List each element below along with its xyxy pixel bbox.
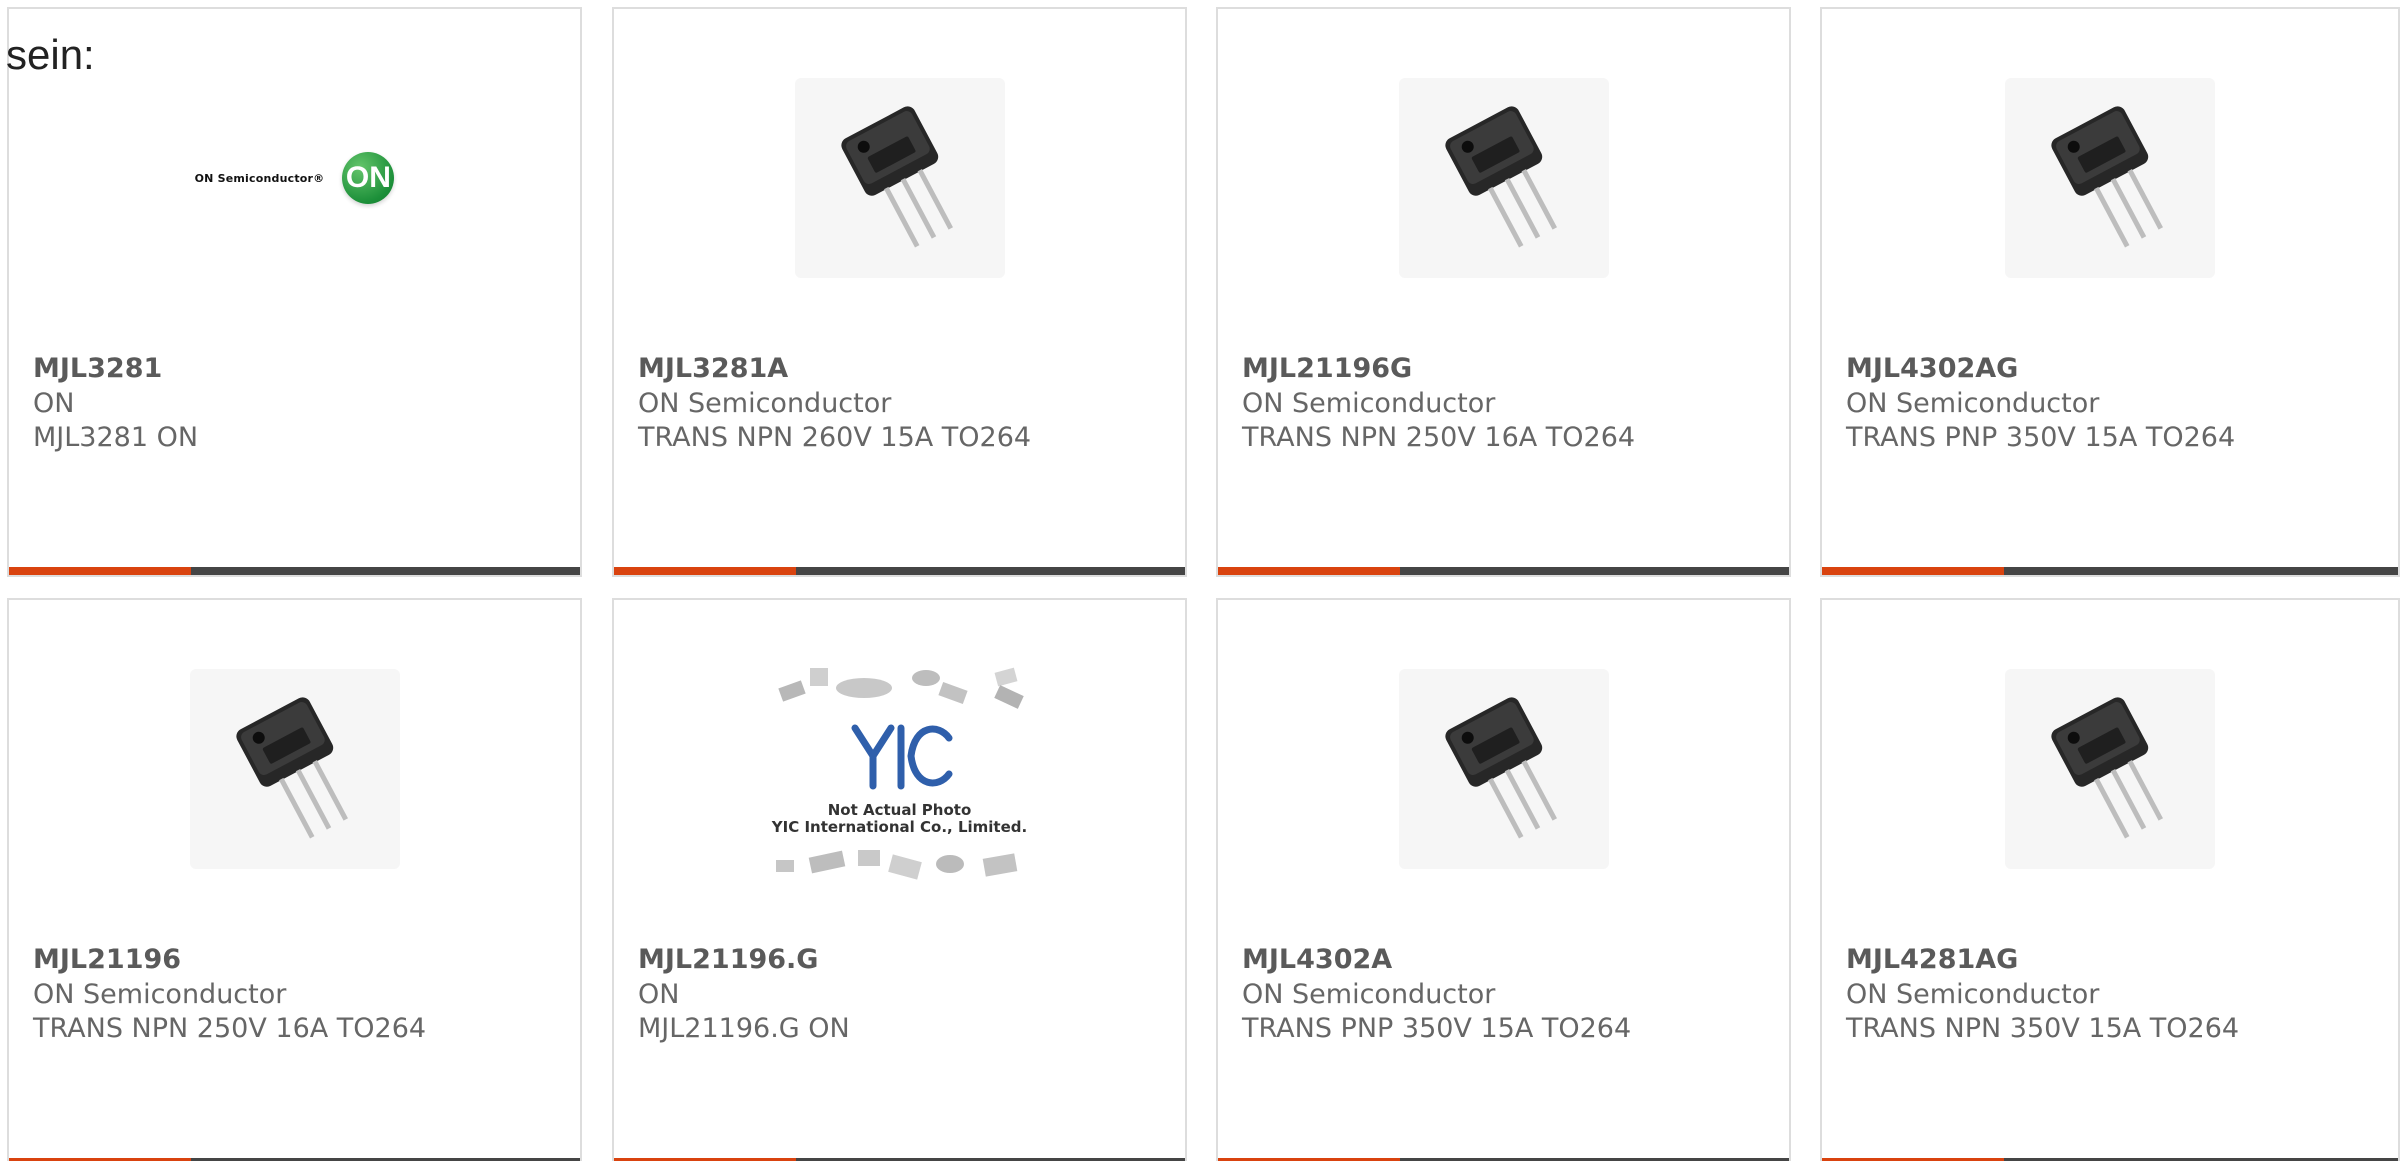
manufacturer: ON Semiconductor [33, 979, 287, 1010]
logo-brand-text: ON Semiconductor® [194, 171, 325, 185]
part-number: MJL21196.G [638, 944, 819, 975]
product-card[interactable]: MJL4281AG ON Semiconductor TRANS NPN 350… [1820, 598, 2400, 1161]
manufacturer: ON [638, 979, 680, 1010]
yic-logo-icon [851, 724, 952, 790]
yic-caption: Not Actual Photo YIC International Co., … [771, 800, 1028, 837]
to264-transistor-icon [2051, 106, 2163, 248]
product-card[interactable]: ON Semiconductor® ON MJL3281 ON MJL3281 … [7, 7, 582, 577]
on-badge-icon: ON [342, 152, 395, 204]
card-accent-bar [1218, 567, 1400, 575]
product-description: MJL3281 ON [33, 422, 199, 453]
transistor-thumb-bg [2005, 669, 2215, 869]
card-accent-bar [1822, 567, 2004, 575]
product-description: TRANS NPN 250V 16A TO264 [1242, 422, 1636, 453]
part-number: MJL4302A [1242, 944, 1393, 975]
part-number: MJL4281AG [1846, 944, 2019, 975]
transistor-thumb-bg [794, 78, 1005, 278]
product-thumbnail: ON Semiconductor® ON [9, 73, 580, 283]
product-description: TRANS NPN 350V 15A TO264 [1846, 1013, 2240, 1044]
to264-transistor-icon [1444, 697, 1557, 839]
product-card[interactable]: MJL21196 ON Semiconductor TRANS NPN 250V… [7, 598, 582, 1161]
part-number: MJL21196G [1242, 353, 1413, 384]
package-chips-icon [777, 667, 1024, 709]
transistor-thumb-bg [1398, 669, 1609, 869]
product-description: TRANS NPN 260V 15A TO264 [638, 422, 1032, 453]
caption-line-2: YIC International Co., Limited. [771, 818, 1028, 836]
product-thumbnail: Not Actual Photo YIC International Co., … [614, 650, 1185, 900]
package-chips-icon [775, 850, 1017, 880]
card-bottom-bar [9, 567, 580, 575]
product-card[interactable]: MJL4302AG ON Semiconductor TRANS PNP 350… [1820, 7, 2400, 577]
yic-not-actual-photo: Not Actual Photo YIC International Co., … [765, 650, 1035, 900]
product-card[interactable]: MJL21196G ON Semiconductor TRANS NPN 250… [1216, 7, 1791, 577]
manufacturer: ON Semiconductor [1846, 979, 2100, 1010]
product-description: TRANS NPN 250V 16A TO264 [33, 1013, 427, 1044]
on-semiconductor-logo: ON Semiconductor® ON [195, 152, 395, 204]
product-card[interactable]: MJL3281A ON Semiconductor TRANS NPN 260V… [612, 7, 1187, 577]
product-card[interactable]: Not Actual Photo YIC International Co., … [612, 598, 1187, 1161]
part-number: MJL3281A [638, 353, 789, 384]
product-description: TRANS PNP 350V 15A TO264 [1242, 1013, 1632, 1044]
card-bottom-bar [1218, 567, 1789, 575]
transistor-thumb-bg [2005, 78, 2215, 278]
card-accent-bar [614, 567, 796, 575]
product-card[interactable]: MJL4302A ON Semiconductor TRANS PNP 350V… [1216, 598, 1791, 1161]
product-thumbnail [1822, 73, 2398, 283]
to264-transistor-icon [2051, 697, 2163, 839]
manufacturer: ON Semiconductor [1242, 388, 1496, 419]
manufacturer: ON [33, 388, 75, 419]
product-thumbnail [1218, 664, 1789, 874]
card-bottom-bar [614, 567, 1185, 575]
to264-transistor-icon [1444, 106, 1557, 248]
product-description: TRANS PNP 350V 15A TO264 [1846, 422, 2236, 453]
caption-line-1: Not Actual Photo [827, 800, 972, 819]
transistor-thumb-bg [189, 669, 400, 869]
to264-transistor-icon [235, 697, 348, 839]
product-description: MJL21196.G ON [638, 1013, 850, 1044]
manufacturer: ON Semiconductor [638, 388, 892, 419]
part-number: MJL21196 [33, 944, 182, 975]
product-thumbnail [614, 73, 1185, 283]
part-number: MJL3281 [33, 353, 163, 384]
product-thumbnail [1218, 73, 1789, 283]
product-thumbnail [9, 664, 580, 874]
transistor-thumb-bg [1398, 78, 1609, 278]
to264-transistor-icon [840, 106, 953, 248]
product-grid: ON Semiconductor® ON MJL3281 ON MJL3281 … [0, 0, 2400, 1161]
manufacturer: ON Semiconductor [1242, 979, 1496, 1010]
card-accent-bar [9, 567, 191, 575]
card-bottom-bar [1822, 567, 2398, 575]
manufacturer: ON Semiconductor [1846, 388, 2100, 419]
part-number: MJL4302AG [1846, 353, 2019, 384]
product-thumbnail [1822, 664, 2398, 874]
lead-text: sein: [6, 31, 95, 78]
